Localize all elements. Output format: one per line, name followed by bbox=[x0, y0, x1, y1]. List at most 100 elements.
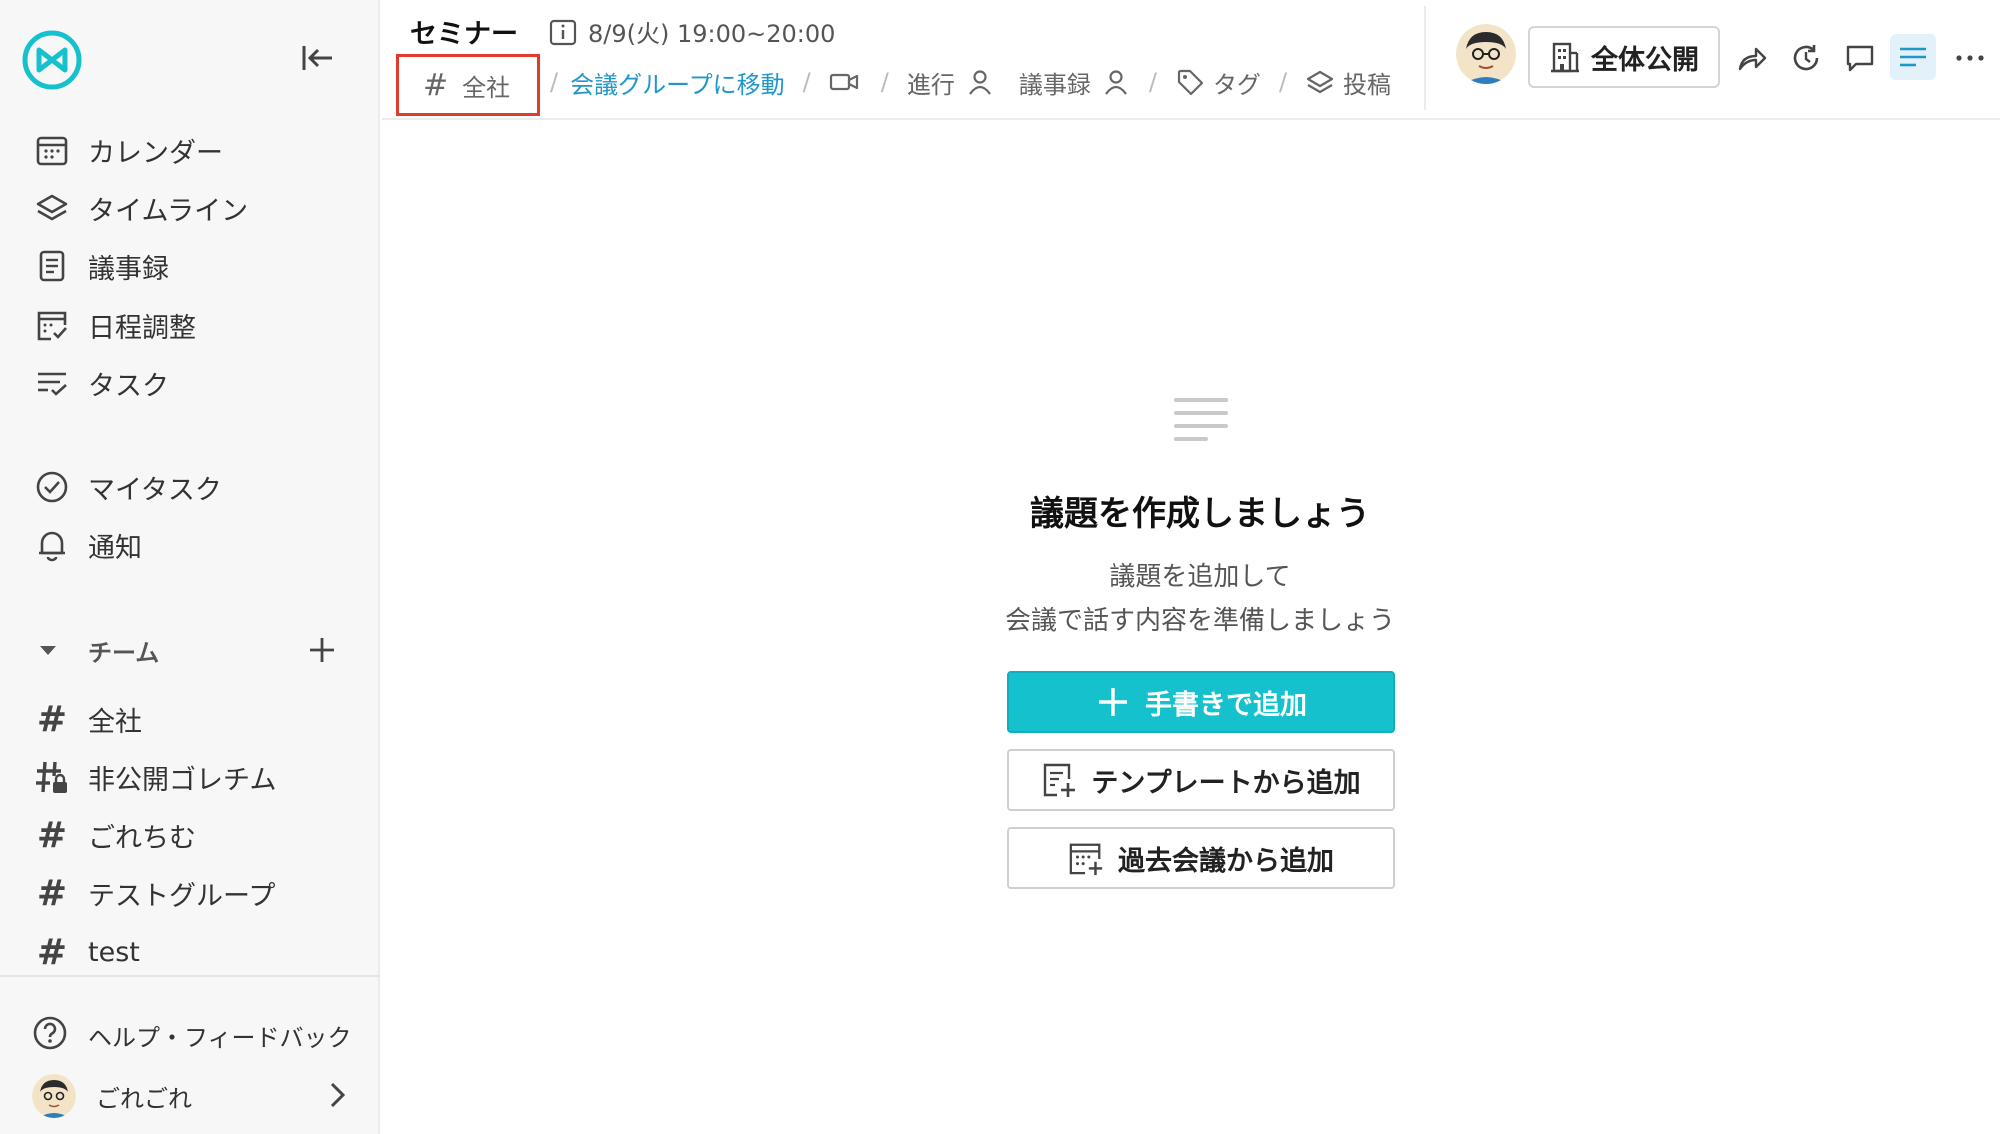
tag-icon[interactable] bbox=[1175, 67, 1205, 97]
separator: / bbox=[1278, 68, 1288, 96]
sidebar: カレンダー タイムライン 議事録 日程調整 タスク マイタスク 通知 チーム #… bbox=[0, 0, 380, 1134]
move-to-group-link[interactable]: 会議グループに移動 bbox=[570, 65, 785, 100]
task-list-icon bbox=[32, 363, 72, 403]
calendar-icon bbox=[32, 130, 72, 170]
user-menu[interactable]: ごれごれ bbox=[32, 1070, 352, 1122]
sidebar-item-label: テストグループ bbox=[88, 880, 276, 912]
sidebar-item-notifications[interactable]: 通知 bbox=[32, 522, 142, 568]
sidebar-item-team-gorechimu[interactable]: # ごれちむ bbox=[32, 812, 196, 858]
sidebar-item-label: タスク bbox=[88, 370, 169, 402]
sidebar-item-tasks[interactable]: タスク bbox=[32, 360, 169, 406]
document-icon bbox=[32, 246, 72, 286]
meeting-date[interactable]: 8/9(火) 19:00~20:00 bbox=[548, 14, 835, 49]
post-label[interactable]: 投稿 bbox=[1343, 65, 1391, 100]
meeting-date-text: 8/9(火) 19:00~20:00 bbox=[588, 20, 836, 48]
sidebar-item-calendar[interactable]: カレンダー bbox=[32, 127, 223, 173]
visibility-button[interactable]: 全体公開 bbox=[1528, 26, 1720, 88]
add-manual-button[interactable]: 手書きで追加 bbox=[1007, 671, 1395, 733]
sidebar-item-label: 通知 bbox=[88, 532, 142, 564]
share-icon[interactable] bbox=[1732, 38, 1772, 78]
sidebar-item-label: ごれちむ bbox=[88, 822, 196, 854]
header-divider bbox=[1424, 6, 1426, 110]
sidebar-item-team-test-group[interactable]: # テストグループ bbox=[32, 870, 275, 916]
avatar[interactable] bbox=[1456, 24, 1516, 84]
meeting-header: セミナー 8/9(火) 19:00~20:00 # 全社 / 会議グループに移動… bbox=[382, 0, 2000, 120]
sidebar-item-label: マイタスク bbox=[88, 474, 222, 506]
caret-down-icon bbox=[36, 638, 60, 662]
hash-icon: # bbox=[36, 814, 68, 856]
more-options-icon[interactable] bbox=[1950, 38, 1990, 78]
sidebar-item-team-test[interactable]: # test bbox=[32, 929, 140, 975]
user-name: ごれごれ bbox=[96, 1084, 192, 1113]
sidebar-item-team-private[interactable]: 非公開ゴレチム bbox=[32, 754, 276, 800]
sidebar-item-label: 議事録 bbox=[88, 253, 169, 285]
avatar bbox=[32, 1074, 76, 1118]
channel-selector[interactable]: # 全社 bbox=[396, 54, 540, 116]
hash-icon: # bbox=[423, 67, 449, 103]
separator: / bbox=[802, 68, 811, 96]
empty-state-subtitle: 議題を追加して bbox=[1109, 562, 1291, 592]
sidebar-item-scheduling[interactable]: 日程調整 bbox=[32, 302, 196, 348]
team-section-label: チーム bbox=[88, 638, 160, 667]
plus-icon bbox=[310, 638, 334, 662]
meeting-meta-bar: / 会議グループに移動 / / 進行 議事録 / タグ / 投稿 bbox=[550, 62, 1391, 102]
person-icon[interactable] bbox=[1101, 67, 1131, 97]
sidebar-item-label: 日程調整 bbox=[88, 312, 196, 344]
add-team-button[interactable] bbox=[302, 630, 342, 670]
facilitator-label[interactable]: 進行 bbox=[907, 65, 955, 100]
sidebar-item-label: タイムライン bbox=[88, 195, 249, 227]
separator: / bbox=[880, 68, 889, 96]
visibility-label: 全体公開 bbox=[1591, 44, 1699, 76]
template-add-icon bbox=[1041, 762, 1077, 798]
empty-state-title: 議題を作成しましょう bbox=[1030, 494, 1370, 534]
comment-icon[interactable] bbox=[1840, 38, 1880, 78]
collapse-sidebar-icon[interactable] bbox=[298, 40, 338, 76]
chevron-right-icon bbox=[322, 1080, 352, 1110]
empty-state-subtitle: 会議で話す内容を準備しましょう bbox=[1004, 606, 1395, 636]
sidebar-item-label: カレンダー bbox=[88, 137, 223, 169]
meeting-title[interactable]: セミナー bbox=[410, 12, 518, 51]
hash-icon: # bbox=[36, 698, 68, 740]
app-logo-icon[interactable] bbox=[20, 28, 84, 92]
help-circle-icon bbox=[32, 1015, 72, 1055]
calendar-add-icon bbox=[1068, 840, 1104, 876]
sidebar-divider bbox=[0, 975, 380, 977]
hash-icon: # bbox=[36, 931, 68, 973]
agenda-list-icon[interactable] bbox=[1890, 34, 1936, 80]
plus-icon bbox=[1095, 684, 1131, 720]
layers-icon bbox=[32, 188, 72, 228]
schedule-check-icon bbox=[32, 305, 72, 345]
sidebar-item-timeline[interactable]: タイムライン bbox=[32, 185, 248, 231]
sidebar-item-team-zensha[interactable]: # 全社 bbox=[32, 696, 142, 742]
building-icon bbox=[1549, 41, 1581, 73]
sidebar-item-my-tasks[interactable]: マイタスク bbox=[32, 464, 222, 510]
bell-icon bbox=[32, 525, 72, 565]
separator: / bbox=[1148, 68, 1157, 96]
hash-icon: # bbox=[36, 872, 68, 914]
check-circle-icon bbox=[32, 467, 72, 507]
sidebar-item-label: 非公開ゴレチム bbox=[88, 764, 277, 796]
agenda-lines-icon bbox=[1172, 394, 1230, 444]
help-label: ヘルプ・フィードバック bbox=[88, 1023, 352, 1052]
add-from-template-label: テンプレートから追加 bbox=[1091, 767, 1361, 799]
add-from-past-meeting-label: 過去会議から追加 bbox=[1118, 845, 1334, 877]
calendar-info-icon bbox=[548, 17, 578, 47]
add-manual-label: 手書きで追加 bbox=[1145, 689, 1307, 721]
sidebar-item-label: test bbox=[88, 936, 140, 968]
minutes-taker-label[interactable]: 議事録 bbox=[1019, 65, 1091, 100]
history-icon[interactable] bbox=[1786, 38, 1826, 78]
app-window: カレンダー タイムライン 議事録 日程調整 タスク マイタスク 通知 チーム #… bbox=[0, 0, 2000, 1134]
add-from-past-meeting-button[interactable]: 過去会議から追加 bbox=[1007, 827, 1395, 889]
channel-label: 全社 bbox=[462, 73, 511, 102]
video-camera-icon[interactable] bbox=[829, 67, 859, 97]
team-section-toggle[interactable]: チーム bbox=[36, 630, 159, 670]
add-from-template-button[interactable]: テンプレートから追加 bbox=[1007, 749, 1395, 811]
person-icon[interactable] bbox=[965, 67, 995, 97]
separator: / bbox=[550, 68, 559, 96]
hash-lock-icon bbox=[32, 757, 72, 797]
tag-label[interactable]: タグ bbox=[1213, 65, 1261, 100]
sidebar-item-label: 全社 bbox=[88, 706, 142, 738]
sidebar-item-minutes[interactable]: 議事録 bbox=[32, 243, 169, 289]
help-feedback-link[interactable]: ヘルプ・フィードバック bbox=[32, 1012, 352, 1058]
layers-icon[interactable] bbox=[1305, 67, 1335, 97]
